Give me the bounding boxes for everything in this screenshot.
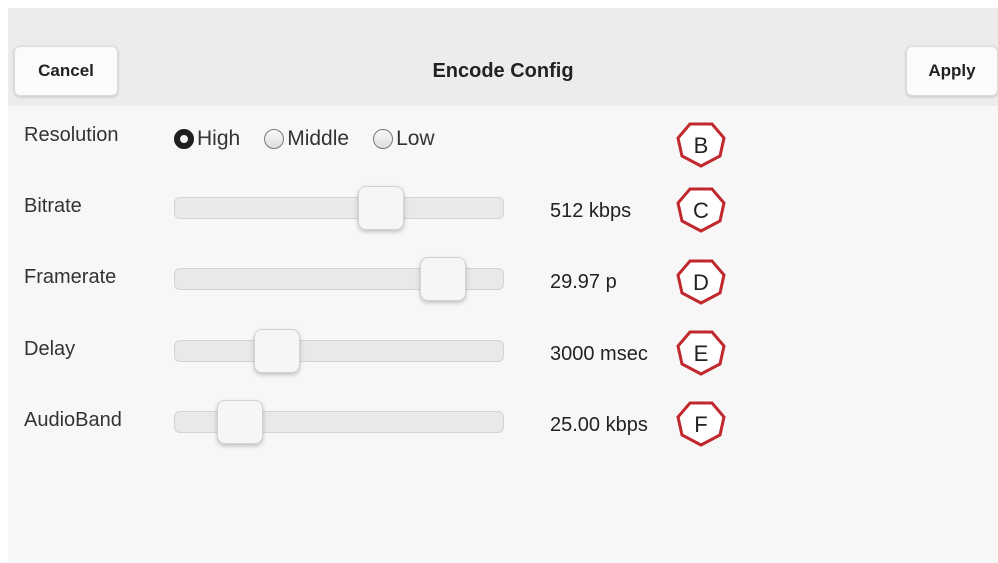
radio-high-label: High	[197, 127, 241, 150]
bitrate-value: 512 kbps	[550, 200, 632, 222]
radio-middle-label: Middle	[287, 127, 350, 150]
marker-e-letter: E	[694, 341, 709, 366]
audioband-slider-thumb[interactable]	[217, 400, 264, 444]
framerate-slider[interactable]	[174, 257, 504, 301]
annotation-marker-e: E	[676, 330, 726, 376]
radio-high-circle[interactable]	[174, 129, 194, 149]
resolution-radio-group: High Middle Low	[174, 127, 459, 151]
resolution-option-high[interactable]: High	[174, 127, 240, 151]
audioband-value: 25.00 kbps	[550, 414, 648, 436]
apply-button[interactable]: Apply	[906, 46, 998, 96]
delay-slider-thumb[interactable]	[253, 329, 300, 373]
framerate-slider-thumb[interactable]	[420, 257, 467, 301]
bitrate-slider-thumb[interactable]	[358, 186, 405, 230]
navigation-bar: Cancel Encode Config Apply	[8, 8, 998, 106]
delay-value: 3000 msec	[550, 343, 648, 365]
marker-c-letter: C	[693, 198, 709, 223]
marker-d-letter: D	[693, 270, 709, 295]
delay-slider[interactable]	[174, 329, 504, 373]
radio-middle-circle[interactable]	[264, 129, 285, 149]
bitrate-label: Bitrate	[24, 195, 82, 217]
annotation-marker-f: F	[676, 401, 726, 447]
marker-f-letter: F	[694, 412, 707, 437]
framerate-value: 29.97 p	[550, 271, 617, 293]
audioband-label: AudioBand	[24, 409, 122, 431]
page-title: Encode Config	[432, 60, 574, 82]
resolution-label: Resolution	[24, 124, 119, 146]
audioband-slider[interactable]	[174, 400, 504, 444]
annotation-marker-c: C	[676, 187, 726, 233]
framerate-label: Framerate	[24, 266, 117, 288]
radio-low-label: Low	[396, 127, 435, 150]
delay-label: Delay	[24, 338, 76, 360]
bitrate-slider[interactable]	[174, 186, 504, 230]
marker-b-letter: B	[694, 133, 709, 158]
radio-low-circle[interactable]	[373, 129, 394, 149]
resolution-option-middle[interactable]: Middle	[264, 127, 349, 151]
resolution-option-low[interactable]: Low	[373, 127, 435, 151]
annotation-marker-b: B	[676, 122, 726, 168]
annotation-marker-d: D	[676, 259, 726, 305]
